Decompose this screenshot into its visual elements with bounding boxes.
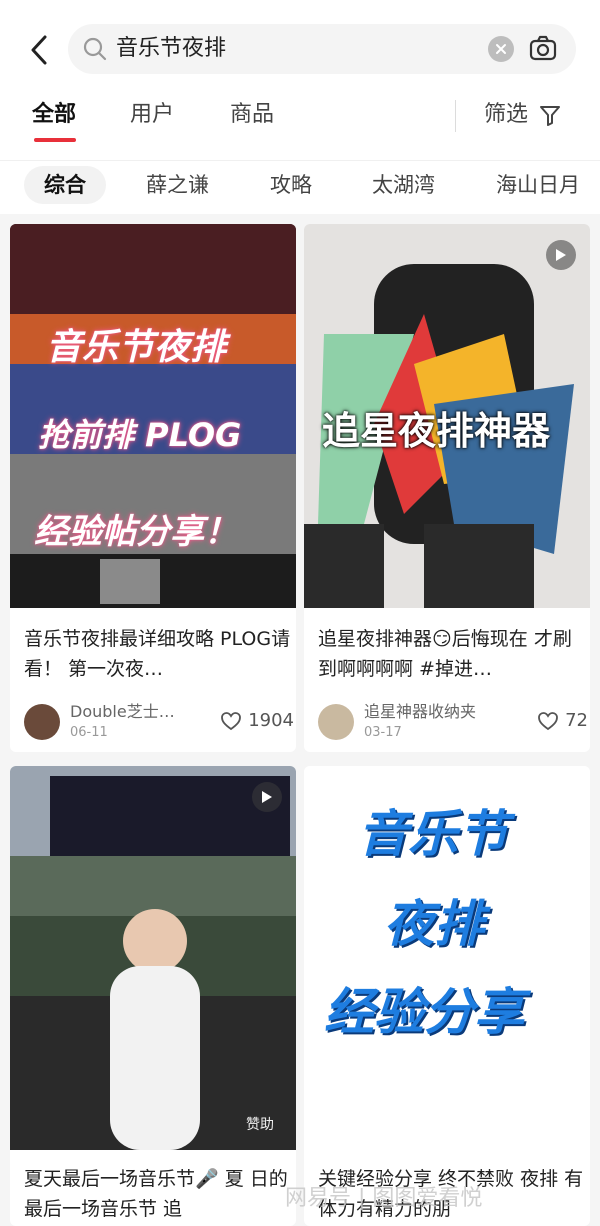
result-tabs: 全部 用户 商品 筛选 (0, 96, 600, 148)
note-card[interactable]: 追星夜排神器 追星夜排神器😏后悔现在 才刷到啊啊啊啊 #掉进… 追星神器收纳夹 … (304, 224, 590, 752)
chip-taihu-bay[interactable]: 太湖湾 (352, 166, 455, 204)
watermark: 网易号 | 图图爱看悦 (285, 1186, 483, 1211)
like-count: 1904 (248, 710, 294, 731)
heart-icon (221, 711, 242, 730)
chip-guide[interactable]: 攻略 (250, 166, 332, 204)
search-input[interactable]: 音乐节夜排 (68, 24, 576, 74)
note-card[interactable]: 音乐节 夜排 经验分享 关键经验分享 终不禁败 夜排 有体力有精力的朋 (304, 766, 590, 1226)
note-card[interactable]: 赞助 夏天最后一场音乐节🎤 夏 日的最后一场音乐节 追 (10, 766, 296, 1226)
note-card[interactable]: 音乐节夜排 抢前排 PLOG 经验帖分享！ 音乐节夜排最详细攻略 PLOG请看！… (10, 224, 296, 752)
note-title: 追星夜排神器😏后悔现在 才刷到啊啊啊啊 #掉进… (318, 628, 572, 680)
cover-headline: 抢前排 PLOG (38, 416, 242, 454)
active-tab-indicator (34, 138, 76, 142)
like-button[interactable]: 1904 (220, 710, 294, 731)
cover-headline: 音乐节夜排 (46, 327, 227, 368)
tab-products[interactable]: 商品 (230, 100, 274, 130)
tab-all[interactable]: 全部 (32, 100, 76, 130)
cover-headline: 经验帖分享！ (34, 512, 238, 552)
post-date: 03-17 (364, 725, 402, 740)
festival-selfie-photo (10, 766, 296, 1150)
search-header: 音乐节夜排 (0, 0, 600, 96)
sponsored-badge: 赞助 (246, 1117, 274, 1133)
chip-xue-zhiqian[interactable]: 薛之谦 (126, 166, 229, 204)
note-cover-image: 音乐节夜排 抢前排 PLOG 经验帖分享！ (10, 224, 296, 608)
note-cover-image: 音乐节 夜排 经验分享 (304, 766, 590, 1150)
chip-comprehensive[interactable]: 综合 (24, 166, 106, 204)
chip-haishan-riyue[interactable]: 海山日月 (476, 166, 600, 204)
filter-label: 筛选 (484, 102, 529, 127)
note-title: 夏天最后一场音乐节🎤 夏 日的最后一场音乐节 追 (24, 1168, 288, 1220)
cover-headline: 追星夜排神器 (322, 409, 551, 453)
note-cover-image: 赞助 (10, 766, 296, 1150)
avatar[interactable] (24, 704, 60, 740)
search-icon (83, 37, 107, 61)
cover-headline: 经验分享 (324, 983, 524, 1041)
search-query: 音乐节夜排 (116, 36, 227, 61)
author-name[interactable]: 追星神器收纳夹 (364, 702, 476, 722)
close-icon (496, 44, 506, 54)
video-play-icon (546, 240, 576, 270)
filter-icon (540, 106, 561, 126)
video-play-icon (252, 782, 282, 812)
note-cover-image: 追星夜排神器 (304, 224, 590, 608)
category-chips: 综合 薛之谦 攻略 太湖湾 海山日月 (0, 160, 600, 206)
note-title: 音乐节夜排最详细攻略 PLOG请看！ 第一次夜… (24, 628, 291, 680)
camera-icon[interactable] (528, 34, 558, 64)
like-button[interactable]: 72 (537, 710, 588, 731)
post-date: 06-11 (70, 725, 108, 740)
avatar[interactable] (318, 704, 354, 740)
note-meta: 追星神器收纳夹 03-17 72 (318, 702, 588, 746)
filter-button[interactable]: 筛选 (484, 100, 562, 130)
clear-search-button[interactable] (488, 36, 514, 62)
tab-divider (455, 100, 456, 132)
author-name[interactable]: Double芝士… (70, 702, 175, 722)
note-meta: Double芝士… 06-11 1904 (24, 702, 294, 746)
cover-headline: 音乐节 (358, 805, 508, 863)
chevron-left-icon (31, 35, 47, 65)
heart-icon (538, 711, 558, 730)
back-button[interactable] (22, 30, 56, 70)
like-count: 72 (565, 710, 588, 731)
cover-headline: 夜排 (384, 895, 484, 953)
tab-users[interactable]: 用户 (130, 100, 174, 130)
